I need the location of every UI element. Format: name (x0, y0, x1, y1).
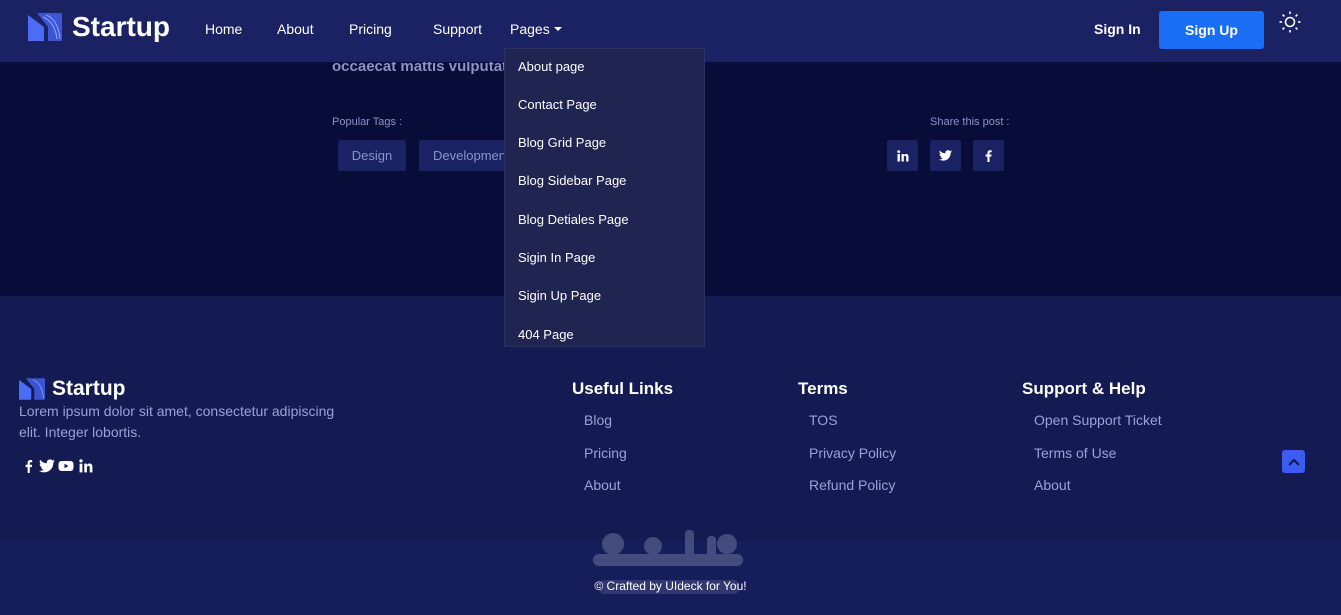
tag-design[interactable]: Design (338, 140, 406, 171)
footer-brand-name: Startup (52, 377, 126, 400)
sign-in-link[interactable]: Sign In (1094, 21, 1141, 37)
dropdown-item-blog-sidebar[interactable]: Blog Sidebar Page (518, 173, 626, 188)
caret-down-icon (553, 27, 562, 31)
footer-link-tos[interactable]: TOS (809, 412, 838, 428)
footer-brand-logo[interactable]: Startup (19, 377, 126, 401)
nav-pages[interactable]: Pages (510, 21, 562, 37)
chevron-up-icon (1287, 457, 1300, 466)
article-text-fragment: occaecat mattis vulputate (332, 62, 516, 75)
dropdown-item-blog-grid[interactable]: Blog Grid Page (518, 135, 606, 150)
footer-heading-support: Support & Help (1022, 379, 1146, 398)
logo-mark-icon (19, 378, 45, 400)
footer-link-privacy-policy[interactable]: Privacy Policy (809, 445, 896, 461)
dropdown-item-about[interactable]: About page (518, 59, 585, 74)
linkedin-icon[interactable] (78, 459, 94, 473)
nav-about[interactable]: About (277, 21, 314, 37)
tag-development[interactable]: Development (419, 140, 509, 171)
share-post-label: Share this post : (930, 116, 1010, 128)
watermark-logo-icon (593, 530, 743, 594)
dropdown-item-contact[interactable]: Contact Page (518, 97, 597, 112)
facebook-icon[interactable] (21, 459, 37, 473)
footer-link-blog[interactable]: Blog (584, 412, 612, 428)
youtube-icon[interactable] (58, 459, 74, 473)
pages-dropdown-menu: About page Contact Page Blog Grid Page B… (504, 48, 705, 347)
dropdown-item-sign-in[interactable]: Sigin In Page (518, 250, 595, 265)
facebook-icon (985, 149, 992, 162)
sun-icon[interactable] (1278, 10, 1302, 34)
footer-heading-useful-links: Useful Links (572, 379, 674, 398)
share-facebook-button[interactable] (973, 140, 1004, 171)
footer-link-about-support[interactable]: About (1034, 477, 1071, 493)
logo-mark-icon (28, 13, 62, 41)
nav-support[interactable]: Support (433, 21, 482, 37)
nav-pricing[interactable]: Pricing (349, 21, 392, 37)
footer-description: Lorem ipsum dolor sit amet, consectetur … (19, 403, 335, 440)
footer-link-pricing[interactable]: Pricing (584, 445, 627, 461)
dropdown-item-404[interactable]: 404 Page (518, 327, 574, 342)
footer-link-about[interactable]: About (584, 477, 621, 493)
dropdown-item-sign-up[interactable]: Sigin Up Page (518, 288, 601, 303)
dropdown-item-blog-details[interactable]: Blog Detiales Page (518, 212, 629, 227)
brand-logo[interactable]: Startup (28, 13, 170, 41)
footer-heading-terms: Terms (798, 379, 848, 398)
copyright-text: © Crafted by UIdeck for You! (594, 579, 747, 593)
popular-tags-label: Popular Tags : (332, 116, 403, 128)
twitter-icon (939, 150, 952, 161)
share-linkedin-button[interactable] (887, 140, 918, 171)
footer-link-terms-of-use[interactable]: Terms of Use (1034, 445, 1116, 461)
share-twitter-button[interactable] (930, 140, 961, 171)
nav-pages-label: Pages (510, 21, 550, 37)
sign-up-button[interactable]: Sign Up (1159, 11, 1264, 49)
twitter-icon[interactable] (39, 459, 55, 473)
nav-home[interactable]: Home (205, 21, 242, 37)
linkedin-icon (896, 149, 908, 161)
footer-link-refund-policy[interactable]: Refund Policy (809, 477, 895, 493)
footer-link-support-ticket[interactable]: Open Support Ticket (1034, 412, 1162, 428)
brand-name: Startup (72, 11, 170, 42)
back-to-top-button[interactable] (1282, 450, 1305, 473)
